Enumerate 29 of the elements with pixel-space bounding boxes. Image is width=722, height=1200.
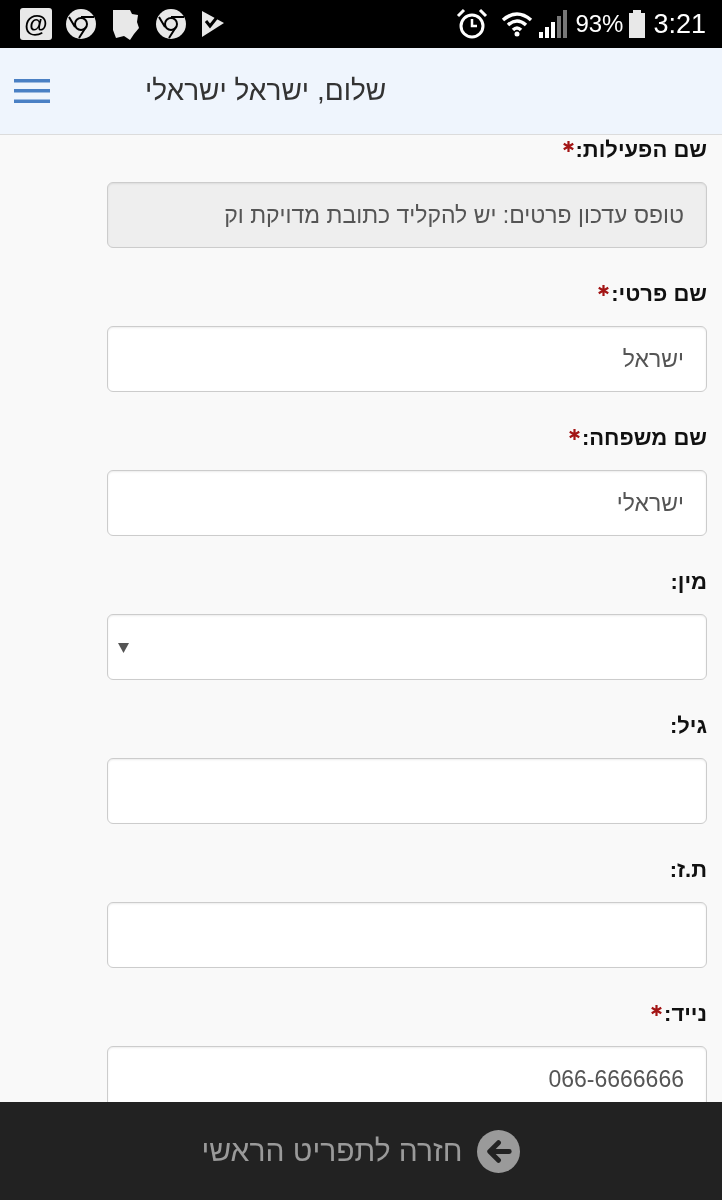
clock-time: 3:21 [653, 10, 706, 38]
back-to-main-menu-button[interactable]: חזרה לתפריט הראשי [201, 1129, 521, 1173]
field-label: ת.ז: [669, 856, 707, 884]
field-label: שם פרטי: [611, 280, 707, 308]
text-field[interactable]: ישראל [107, 326, 707, 392]
field-label: מין: [670, 568, 707, 596]
field-label: שם משפחה: [581, 424, 707, 452]
battery-icon [629, 10, 646, 38]
menu-icon[interactable] [14, 79, 50, 103]
chrome-icon [66, 9, 96, 39]
text-field[interactable] [107, 902, 707, 968]
checkmark-icon [200, 9, 226, 39]
field-label: נייד: [664, 1000, 707, 1028]
caret-down-icon [118, 641, 129, 653]
battery-percent: 93% [575, 12, 624, 36]
field-label: גיל: [669, 712, 707, 740]
chrome-icon [156, 9, 186, 39]
arrow-left-circle-icon [477, 1129, 521, 1173]
alarm-clock-icon [456, 8, 489, 40]
text-field[interactable]: ישראלי [107, 470, 707, 536]
text-field[interactable]: 066-6666666 [107, 1046, 707, 1102]
wifi-icon [501, 11, 534, 37]
signal-icon [539, 10, 570, 38]
app-notification-icon [110, 8, 142, 40]
greeting-title: שלום, ישראל ישראלי [145, 77, 387, 105]
field-label: שם הפעילות: [575, 136, 707, 164]
text-field[interactable] [107, 758, 707, 824]
email-notification-icon: @ [20, 8, 52, 40]
dropdown-field[interactable] [107, 614, 707, 680]
